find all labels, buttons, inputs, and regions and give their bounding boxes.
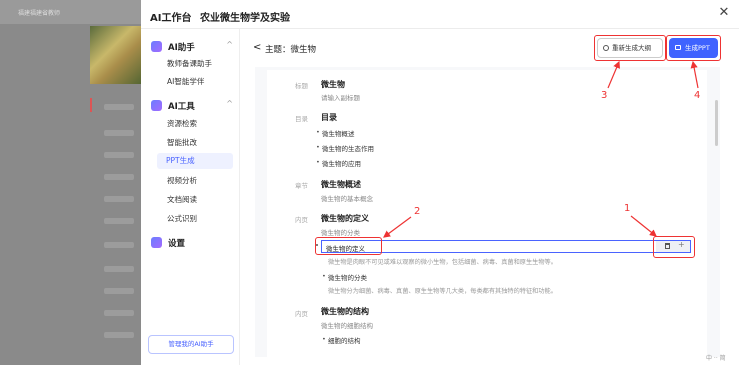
background-active-mark [90,98,92,112]
background-row [104,196,134,202]
background-row [104,174,134,180]
annotation-arrows [383,60,699,238]
background-row [104,130,134,136]
background-row [104,266,134,272]
background-row [104,288,134,294]
background-top-label: 福建福建省教师 [18,10,61,17]
ai-workbench-modal: AI工作台 农业微生物学及实验 ✕ AI助手 ^ 教师备课助手 AI智能学伴 A… [141,0,739,365]
background-row [104,332,134,338]
background-row [104,104,134,110]
background-row [104,152,134,158]
background-topbar: 福建福建省教师 [0,0,141,24]
background-row [104,218,134,224]
background-photo [90,26,141,84]
ime-indicator: 中 ·· 简 [706,355,726,362]
arrow-3 [607,60,620,89]
background-row [104,242,134,248]
arrow-1 [630,215,657,237]
background-row [104,310,134,316]
arrow-2 [383,216,412,238]
arrow-4 [690,60,699,89]
